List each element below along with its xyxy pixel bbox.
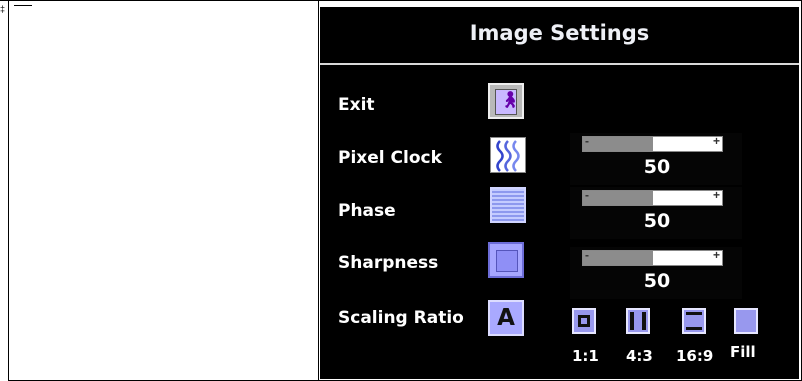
osd-title: Image Settings bbox=[469, 21, 650, 45]
phase-slider[interactable]: - + 50 bbox=[570, 187, 742, 239]
ratio-16-9-bottom-bar bbox=[686, 327, 702, 330]
phase-track[interactable]: - + bbox=[582, 188, 723, 206]
phase-fill bbox=[583, 191, 653, 205]
sharpness-inner-square bbox=[496, 250, 518, 272]
minus-icon: - bbox=[585, 248, 589, 262]
osd-panel: Image Settings Exit 🚶︎ Pixel Clock - + 5… bbox=[320, 7, 799, 379]
running-figure-icon: 🚶︎ bbox=[500, 92, 521, 109]
sharpness-value: 50 bbox=[643, 270, 671, 292]
ratio-1-1-icon[interactable] bbox=[572, 308, 596, 334]
pixel-clock-slider[interactable]: - + 50 bbox=[570, 133, 742, 185]
plus-icon: + bbox=[712, 134, 720, 148]
table-top-border bbox=[0, 0, 802, 1]
phase-value: 50 bbox=[643, 210, 671, 232]
exit-door-icon: 🚶︎ bbox=[495, 89, 521, 115]
pixel-clock-label[interactable]: Pixel Clock bbox=[338, 148, 442, 168]
sharpness-slider[interactable]: - + 50 bbox=[570, 247, 742, 299]
ratio-16-9-label[interactable]: 16:9 bbox=[676, 347, 713, 365]
ratio-4-3-icon[interactable] bbox=[626, 308, 650, 334]
table-left-border bbox=[8, 0, 9, 381]
pixel-clock-icon[interactable] bbox=[490, 137, 526, 173]
sharpness-icon[interactable] bbox=[488, 242, 524, 278]
title-separator bbox=[320, 63, 799, 65]
sharpness-track[interactable]: - + bbox=[582, 248, 723, 266]
letter-a-icon: A bbox=[497, 305, 515, 331]
phase-label[interactable]: Phase bbox=[338, 201, 396, 221]
ratio-1-1-label[interactable]: 1:1 bbox=[572, 347, 599, 365]
phase-icon[interactable] bbox=[490, 187, 526, 223]
exit-icon[interactable]: 🚶︎ bbox=[488, 83, 524, 119]
ratio-fill-label[interactable]: Fill bbox=[730, 343, 756, 361]
scaling-ratio-icon[interactable]: A bbox=[488, 300, 524, 336]
minus-icon: - bbox=[585, 134, 589, 148]
sharpness-fill bbox=[583, 251, 653, 265]
ratio-16-9-icon[interactable] bbox=[682, 308, 706, 334]
ratio-4-3-label[interactable]: 4:3 bbox=[626, 347, 653, 365]
ratio-4-3-right-bar bbox=[642, 312, 646, 330]
ratio-16-9-top-bar bbox=[686, 312, 702, 315]
ratio-fill-icon[interactable] bbox=[734, 308, 758, 334]
pixel-clock-track[interactable]: - + bbox=[582, 134, 723, 152]
top-edge-mark bbox=[14, 0, 32, 6]
sharpness-label[interactable]: Sharpness bbox=[338, 253, 438, 273]
table-column-divider bbox=[318, 0, 319, 381]
pixel-clock-fill bbox=[583, 137, 653, 151]
corner-mark-icon: ‡ bbox=[0, 4, 6, 14]
scaling-ratio-label[interactable]: Scaling Ratio bbox=[338, 308, 464, 328]
minus-icon: - bbox=[585, 188, 589, 202]
ratio-4-3-left-bar bbox=[630, 312, 634, 330]
ratio-1-1-center bbox=[581, 318, 587, 324]
pixel-clock-value: 50 bbox=[643, 156, 671, 178]
plus-icon: + bbox=[712, 188, 720, 202]
exit-label[interactable]: Exit bbox=[338, 95, 375, 115]
wave-lines-icon bbox=[496, 140, 520, 172]
plus-icon: + bbox=[712, 248, 720, 262]
